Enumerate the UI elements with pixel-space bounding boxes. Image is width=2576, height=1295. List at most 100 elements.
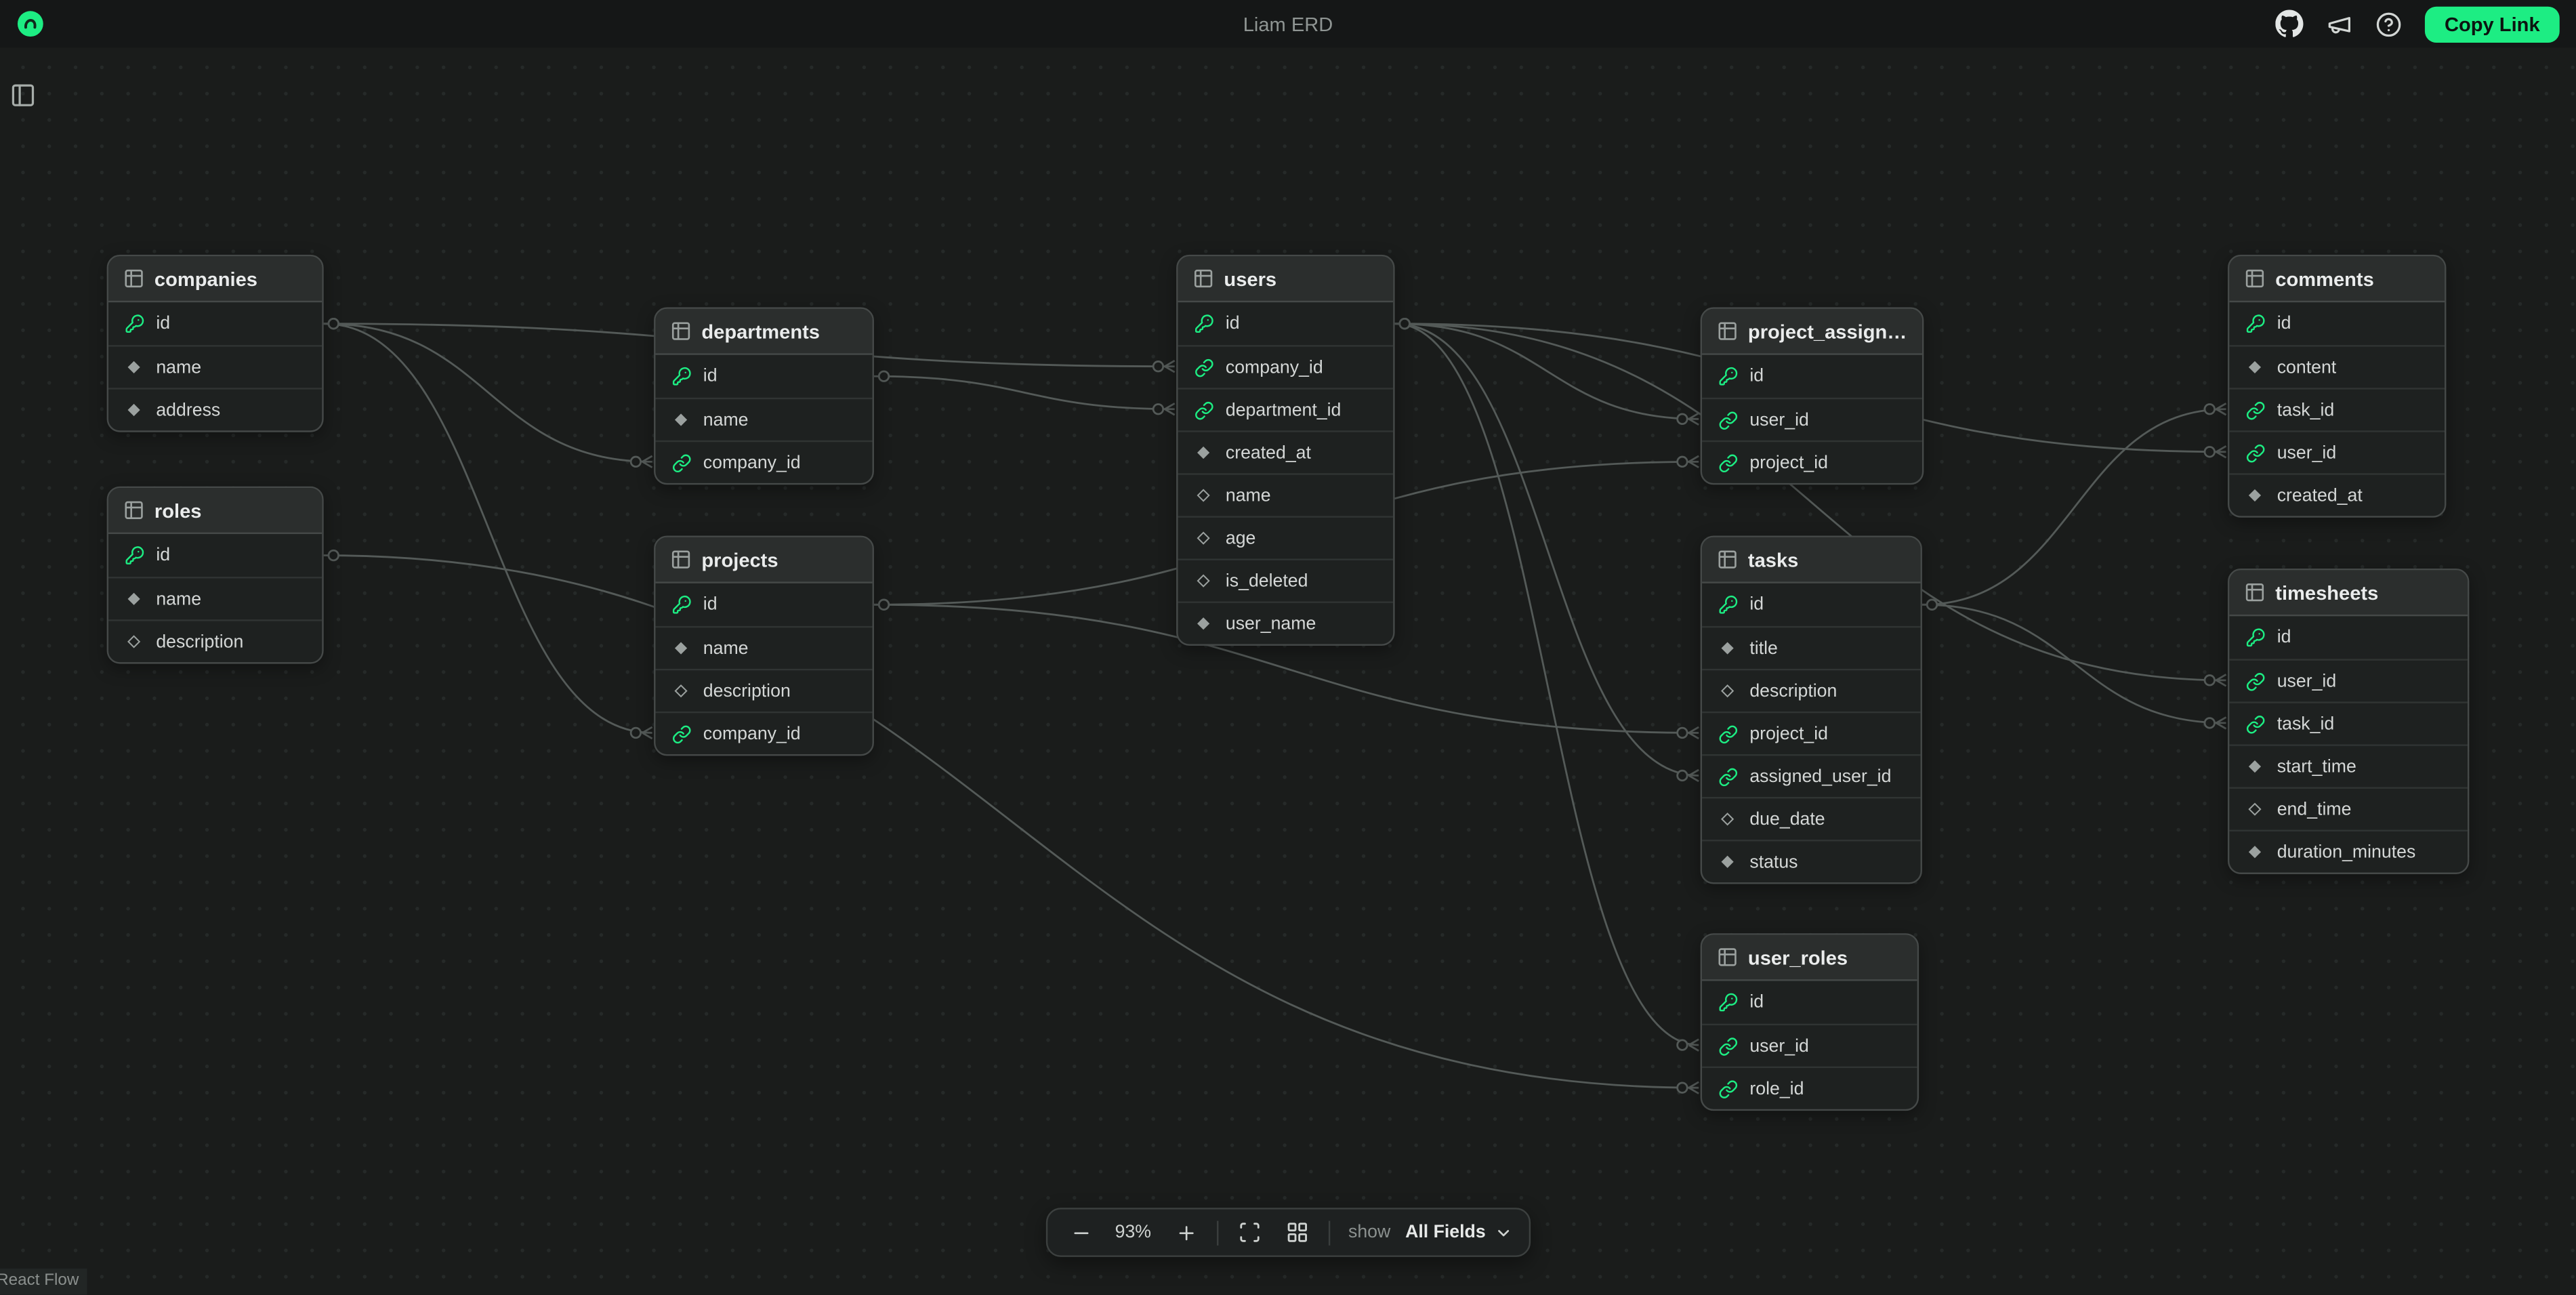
table-row-id[interactable]: id xyxy=(2229,616,2468,659)
table-header[interactable]: users xyxy=(1178,256,1394,302)
table-row-project_id[interactable]: project_id xyxy=(1702,712,1920,754)
table-row-company_id[interactable]: company_id xyxy=(1178,345,1394,388)
table-row-description[interactable]: description xyxy=(108,619,322,662)
show-label: show xyxy=(1348,1222,1390,1242)
nullable-diamond-icon xyxy=(1192,573,1214,588)
table-row-project_id[interactable]: project_id xyxy=(1702,440,1922,483)
table-header[interactable]: comments xyxy=(2229,256,2445,302)
table-header[interactable]: timesheets xyxy=(2229,570,2468,616)
table-row-name[interactable]: name xyxy=(655,398,872,440)
table-row-id[interactable]: id xyxy=(108,302,322,345)
not-null-diamond-icon xyxy=(1717,855,1739,869)
table-row-company_id[interactable]: company_id xyxy=(655,712,872,754)
column-name: assigned_user_id xyxy=(1749,766,1891,786)
zoom-out-button[interactable] xyxy=(1064,1216,1097,1248)
table-header[interactable]: project_assignments xyxy=(1702,309,1922,355)
column-name: user_id xyxy=(2277,443,2336,462)
table-node-project_assignments[interactable]: project_assignmentsid user_idproject_id xyxy=(1701,307,1924,485)
table-row-id[interactable]: id xyxy=(1702,355,1922,398)
table-row-is_deleted[interactable]: is_deleted xyxy=(1178,558,1394,601)
table-header[interactable]: roles xyxy=(108,488,322,534)
table-header[interactable]: projects xyxy=(655,537,872,583)
table-node-projects[interactable]: projectsid name descriptioncompany_id xyxy=(654,535,874,756)
column-name: content xyxy=(2277,357,2337,377)
table-row-name[interactable]: name xyxy=(655,626,872,669)
table-row-status[interactable]: status xyxy=(1702,840,1920,882)
table-row-department_id[interactable]: department_id xyxy=(1178,388,1394,430)
table-name: comments xyxy=(2275,267,2374,290)
table-row-assigned_user_id[interactable]: assigned_user_id xyxy=(1702,754,1920,797)
table-row-name[interactable]: name xyxy=(108,577,322,619)
table-row-id[interactable]: id xyxy=(1702,583,1920,626)
app-title: Liam ERD xyxy=(1243,12,1333,35)
tidy-up-button[interactable] xyxy=(1281,1216,1314,1248)
table-row-id[interactable]: id xyxy=(2229,302,2445,345)
table-row-role_id[interactable]: role_id xyxy=(1702,1067,1917,1109)
table-row-created_at[interactable]: created_at xyxy=(1178,430,1394,473)
table-row-name[interactable]: name xyxy=(1178,473,1394,516)
table-row-duration_minutes[interactable]: duration_minutes xyxy=(2229,829,2468,872)
table-row-start_time[interactable]: start_time xyxy=(2229,744,2468,787)
help-button[interactable] xyxy=(2375,11,2402,37)
zoom-in-button[interactable] xyxy=(1169,1216,1202,1248)
table-row-address[interactable]: address xyxy=(108,388,322,430)
table-row-end_time[interactable]: end_time xyxy=(2229,787,2468,829)
table-header[interactable]: departments xyxy=(655,309,872,355)
table-nodes-layer: companiesidnameaddressrolesidnamedescrip… xyxy=(0,0,2576,1295)
table-row-user_id[interactable]: user_id xyxy=(1702,398,1922,440)
table-icon xyxy=(670,321,692,342)
table-row-user_name[interactable]: user_name xyxy=(1178,601,1394,644)
fit-view-icon xyxy=(1239,1221,1262,1244)
sidebar-toggle-button[interactable] xyxy=(10,82,37,108)
table-row-company_id[interactable]: company_id xyxy=(655,440,872,483)
column-name: name xyxy=(703,638,749,658)
table-node-user_roles[interactable]: user_rolesiduser_idrole_id xyxy=(1701,933,1919,1111)
github-button[interactable] xyxy=(2275,10,2303,38)
table-header[interactable]: user_roles xyxy=(1702,935,1917,981)
column-name: name xyxy=(1226,486,1271,506)
table-node-comments[interactable]: comments id content task_id user_id created_a… xyxy=(2228,255,2446,518)
table-row-content[interactable]: content xyxy=(2229,345,2445,388)
table-row-age[interactable]: age xyxy=(1178,516,1394,558)
copy-link-button[interactable]: Copy Link xyxy=(2425,5,2560,41)
table-row-id[interactable]: id xyxy=(655,583,872,626)
announcements-button[interactable] xyxy=(2326,11,2352,37)
toolbar-divider xyxy=(1329,1220,1330,1244)
table-row-description[interactable]: description xyxy=(655,669,872,712)
table-row-description[interactable]: description xyxy=(1702,669,1920,712)
table-row-id[interactable]: id xyxy=(655,355,872,398)
table-row-id[interactable]: id xyxy=(1178,302,1394,345)
table-row-task_id[interactable]: task_id xyxy=(2229,388,2445,430)
table-node-departments[interactable]: departments id namecompany_id xyxy=(654,307,874,485)
column-name: created_at xyxy=(2277,486,2363,506)
table-row-name[interactable]: name xyxy=(108,345,322,388)
react-flow-attribution[interactable]: React Flow xyxy=(0,1269,87,1295)
primary-key-icon xyxy=(1192,314,1214,333)
fields-filter-dropdown[interactable]: All Fields xyxy=(1405,1222,1512,1242)
table-name: timesheets xyxy=(2275,581,2378,604)
table-row-task_id[interactable]: task_id xyxy=(2229,701,2468,744)
not-null-diamond-icon xyxy=(123,403,145,417)
table-node-timesheets[interactable]: timesheets id user_id task_idstart_timeend_… xyxy=(2228,569,2469,874)
table-row-user_id[interactable]: user_id xyxy=(1702,1024,1917,1067)
table-row-id[interactable]: id xyxy=(1702,981,1917,1024)
table-node-tasks[interactable]: tasksidtitledescriptionproject_idassigne… xyxy=(1701,535,1922,884)
column-name: id xyxy=(703,367,718,386)
table-row-user_id[interactable]: user_id xyxy=(2229,659,2468,701)
table-row-user_id[interactable]: user_id xyxy=(2229,430,2445,473)
column-name: user_id xyxy=(2277,672,2336,691)
table-row-created_at[interactable]: created_at xyxy=(2229,473,2445,516)
table-row-due_date[interactable]: due_date xyxy=(1702,797,1920,840)
table-node-companies[interactable]: companiesidnameaddress xyxy=(107,255,324,432)
table-row-id[interactable]: id xyxy=(108,534,322,577)
liam-erd-app: companiesidnameaddressrolesidnamedescrip… xyxy=(0,0,2576,1295)
chevron-down-icon xyxy=(1494,1223,1512,1241)
table-header[interactable]: tasks xyxy=(1702,537,1920,583)
fit-view-button[interactable] xyxy=(1233,1216,1266,1248)
table-header[interactable]: companies xyxy=(108,256,322,302)
column-name: id xyxy=(1749,367,1764,386)
table-row-title[interactable]: title xyxy=(1702,626,1920,669)
foreign-key-link-icon xyxy=(670,453,692,472)
table-node-users[interactable]: usersidcompany_iddepartment_idcreated_at… xyxy=(1176,255,1394,646)
table-node-roles[interactable]: rolesidnamedescription xyxy=(107,487,324,664)
